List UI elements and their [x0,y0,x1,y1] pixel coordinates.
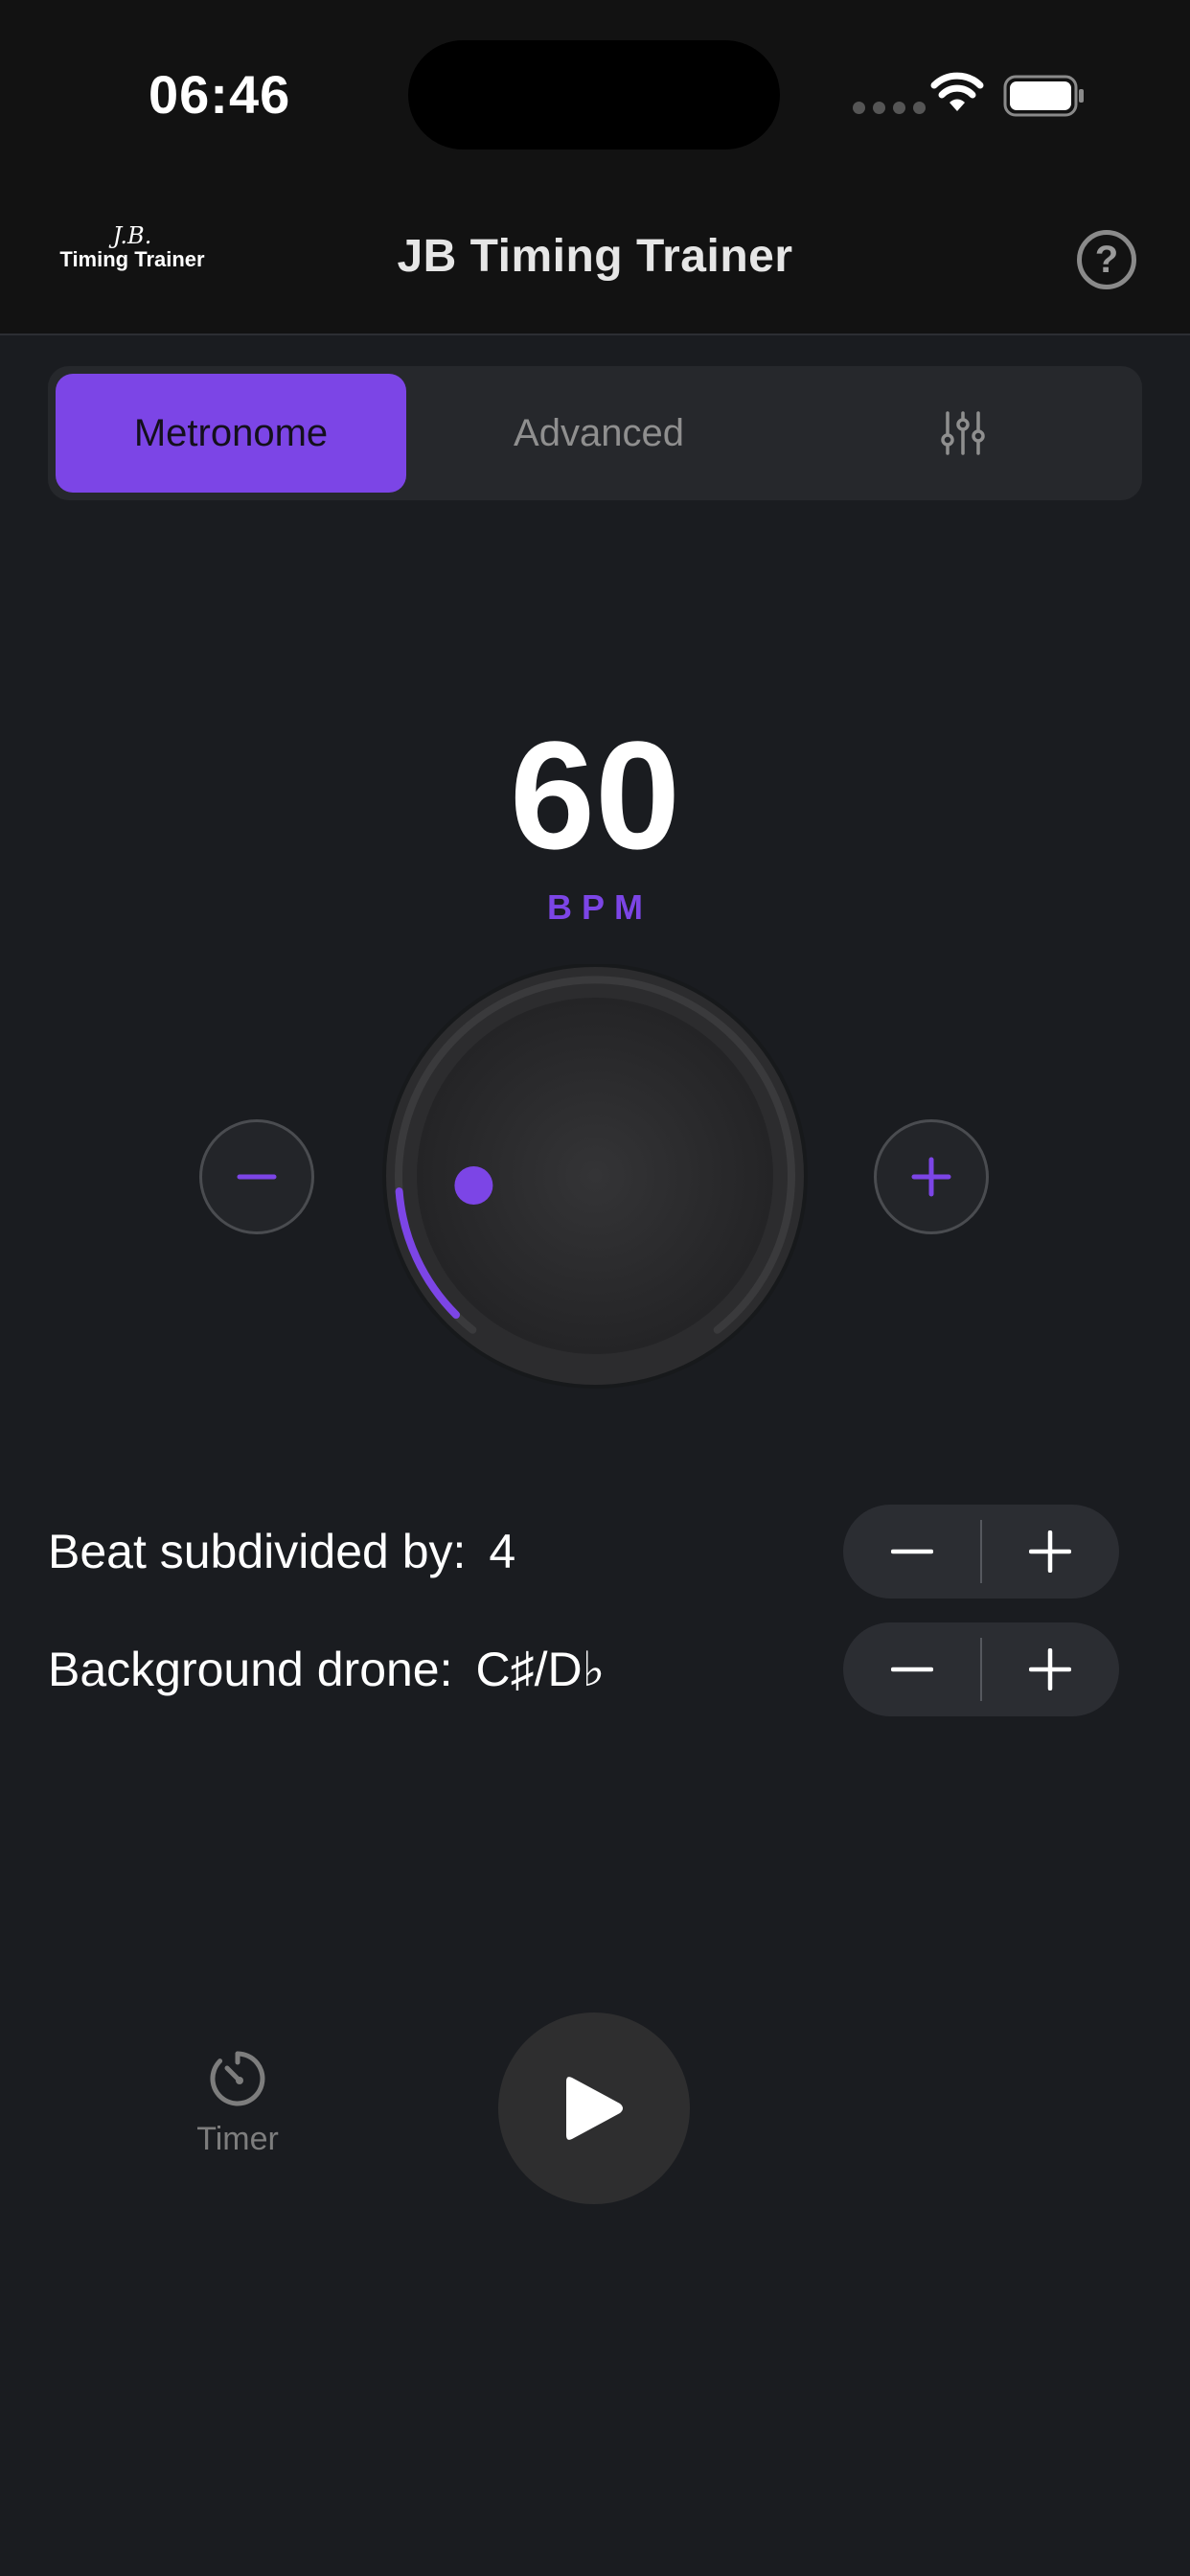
timer-icon [210,2051,265,2106]
knob-indicator-dot [454,1166,493,1205]
tab-advanced[interactable]: Advanced [422,374,776,493]
plus-icon [1029,1648,1071,1690]
app-header: 06:46 J.B. Timing Trainer JB Timing Trai… [0,0,1190,335]
background-drone-increment-button[interactable] [981,1622,1119,1716]
wifi-icon [930,72,984,111]
timer-label: Timer [196,2121,279,2157]
plus-icon [1029,1530,1071,1573]
sliders-icon [941,411,985,455]
decrease-bpm-button[interactable] [199,1119,314,1234]
bpm-value: 60 [510,709,680,881]
page-title: JB Timing Trainer [397,231,793,282]
beat-subdivision-decrement-button[interactable] [843,1505,981,1598]
background-drone-stepper [843,1622,1119,1716]
background-drone-label: Background drone: [48,1643,453,1696]
tempo-knob[interactable] [379,964,811,1395]
background-drone-decrement-button[interactable] [843,1622,981,1716]
beat-subdivision-value: 4 [489,1525,516,1578]
beat-subdivision-label: Beat subdivided by: [48,1525,467,1578]
minus-icon [891,1549,933,1554]
play-icon [566,2077,623,2140]
minus-icon [891,1667,933,1672]
timer-button[interactable]: Timer [182,2049,293,2158]
beat-subdivision-stepper [843,1505,1119,1598]
battery-icon [1003,75,1084,117]
beat-subdivision-increment-button[interactable] [981,1505,1119,1598]
dynamic-island [408,40,780,150]
minus-icon [237,1174,277,1180]
background-drone-value: C♯/D♭ [475,1643,606,1696]
cellular-signal-icon [853,102,926,114]
help-button[interactable]: ? [1077,230,1136,289]
bpm-unit-label: BPM [547,887,652,927]
increase-bpm-button[interactable] [874,1119,989,1234]
tab-settings[interactable] [791,374,1134,493]
plus-icon [911,1157,951,1197]
tab-metronome[interactable]: Metronome [56,374,406,493]
beat-subdivision-row: Beat subdivided by: 4 [48,1524,515,1581]
background-drone-row: Background drone: C♯/D♭ [48,1642,605,1699]
play-button[interactable] [498,2012,690,2204]
status-time: 06:46 [149,64,291,125]
mode-segmented-control: Metronome Advanced [48,366,1142,500]
